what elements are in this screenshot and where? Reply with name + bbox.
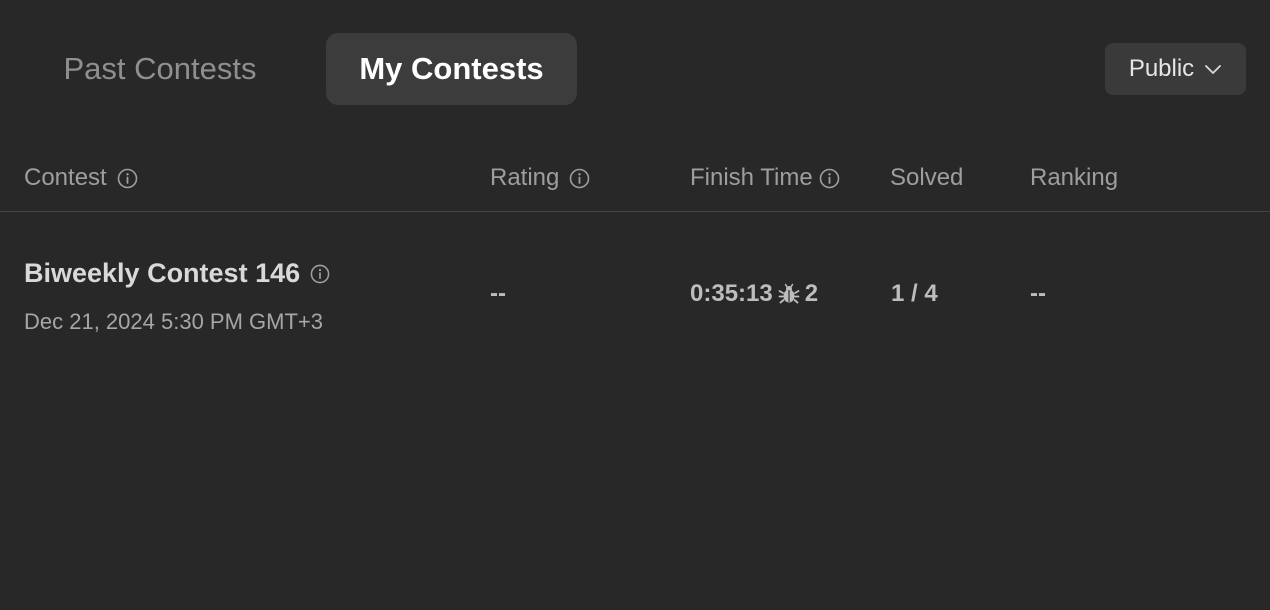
rating-value: -- — [490, 280, 506, 307]
info-icon[interactable] — [569, 168, 590, 189]
column-header-finish-time-label: Finish Time — [690, 164, 813, 191]
column-header-contest: Contest — [24, 162, 138, 194]
solved-value: 1 / 4 — [891, 280, 938, 307]
column-header-solved: Solved — [890, 162, 963, 194]
tab-my-contests[interactable]: My Contests — [326, 33, 577, 105]
info-icon[interactable] — [819, 168, 840, 189]
contest-name-text: Biweekly Contest 146 — [24, 258, 301, 288]
column-header-contest-label: Contest — [24, 164, 107, 191]
visibility-dropdown-value: Public — [1128, 55, 1195, 82]
info-icon[interactable] — [310, 264, 330, 284]
tab-past-contests-label: Past Contests — [63, 51, 257, 86]
finish-time-text: 0:35:13 — [690, 280, 773, 307]
tab-past-contests[interactable]: Past Contests — [26, 33, 294, 105]
tab-my-contests-label: My Contests — [359, 51, 544, 86]
bug-icon — [778, 283, 800, 305]
contest-name[interactable]: Biweekly Contest 146 — [24, 258, 330, 289]
column-header-finish-time: Finish Time — [690, 162, 840, 194]
chevron-down-icon — [1204, 63, 1222, 75]
column-header-rating: Rating — [490, 162, 590, 194]
column-header-ranking: Ranking — [1030, 162, 1118, 194]
ranking-value: -- — [1030, 280, 1046, 307]
bug-count: 2 — [804, 280, 819, 307]
column-header-rating-label: Rating — [490, 164, 560, 191]
contest-date: Dec 21, 2024 5:30 PM GMT+3 — [24, 309, 323, 334]
column-header-solved-label: Solved — [890, 164, 964, 191]
column-header-ranking-label: Ranking — [1030, 164, 1119, 191]
finish-time-value: 0:35:13 2 — [690, 280, 818, 308]
header-divider — [0, 211, 1270, 212]
visibility-dropdown[interactable]: Public — [1105, 43, 1246, 95]
contests-page: Past Contests My Contests Public Contest… — [0, 0, 1270, 610]
info-icon[interactable] — [117, 168, 138, 189]
